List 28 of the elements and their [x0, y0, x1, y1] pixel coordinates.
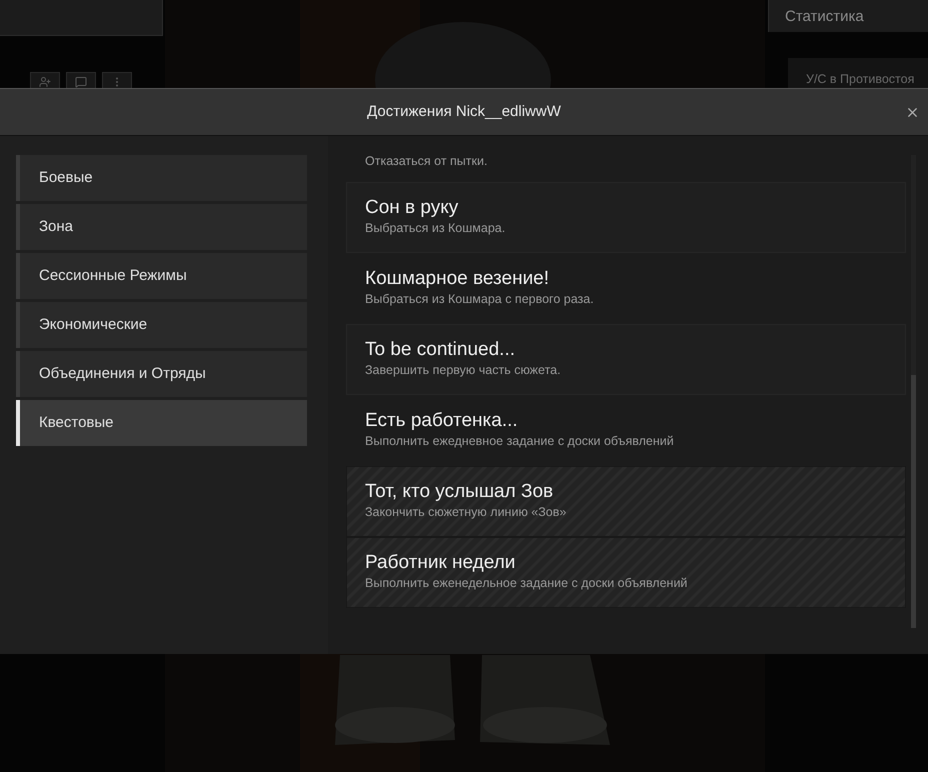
stats-row: У/С в Противостоя — [788, 58, 928, 88]
message-button[interactable] — [66, 72, 96, 88]
close-icon — [905, 105, 920, 120]
achievement-title: Кошмарное везение! — [365, 267, 550, 291]
stats-header: Статистика — [768, 0, 928, 32]
add-friend-button[interactable] — [30, 72, 60, 88]
achievement-title: Есть работенка... — [365, 409, 519, 433]
achievement-description: Закончить сюжетную линию «Зов» — [365, 504, 568, 520]
more-button[interactable] — [102, 72, 132, 88]
category-tab[interactable]: Сессионные Режимы — [16, 253, 307, 299]
achievement-title: Сон в руку — [365, 196, 460, 220]
achievement-description: Выбраться из Кошмара с первого раза. — [365, 291, 595, 307]
achievement-description: Отказаться от пытки. — [365, 153, 488, 169]
achievement-description: Выполнить еженедельное задание с доски объявлений — [365, 575, 688, 591]
close-button[interactable] — [905, 105, 920, 120]
category-tab[interactable]: Квестовые — [16, 400, 307, 446]
achievement-title: To be continued... — [365, 338, 516, 362]
category-tab[interactable]: Объединения и Отряды — [16, 351, 307, 397]
achievement-title: Работник недели — [365, 551, 516, 575]
category-tab[interactable]: Зона — [16, 204, 307, 250]
achievement-title: Тот, кто услышал Зов — [365, 480, 554, 504]
achievement-description: Выполнить ежедневное задание с доски объявлений — [365, 433, 675, 449]
category-tab[interactable]: Экономические — [16, 302, 307, 348]
scrollbar[interactable] — [911, 155, 916, 628]
achievement-description: Завершить первую часть сюжета. — [365, 362, 562, 378]
achievement-description: Выбраться из Кошмара. — [365, 220, 506, 236]
category-tab[interactable]: Боевые — [16, 155, 307, 201]
window-title: Достижения Nick__edliwwW — [367, 102, 561, 122]
